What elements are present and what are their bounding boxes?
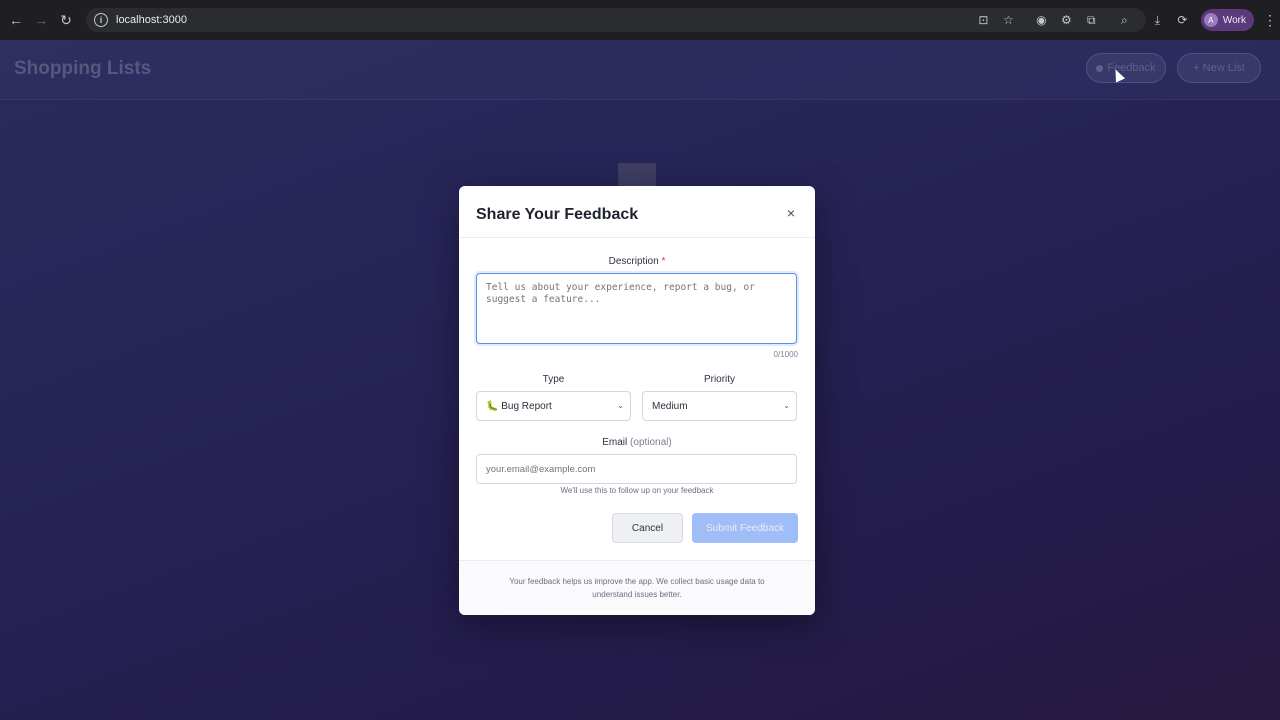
email-input[interactable] [476, 454, 797, 484]
feedback-button[interactable]: Feedback [1086, 53, 1166, 83]
footer-note: Your feedback helps us improve the app. … [509, 577, 765, 599]
profile-chip[interactable]: A Work [1200, 9, 1254, 31]
forward-arrow-icon[interactable]: → [28, 7, 54, 33]
email-label-text: Email [602, 437, 628, 448]
new-list-button[interactable]: + New List [1177, 53, 1261, 83]
more-menu-icon[interactable]: ⋮ [1260, 12, 1280, 29]
back-arrow-icon[interactable]: ← [3, 7, 29, 33]
priority-select[interactable]: Medium ⌄ [642, 391, 797, 421]
install-app-icon[interactable]: ⊡ [971, 8, 996, 32]
sync-icon[interactable]: ⟳ [1170, 8, 1195, 32]
avatar: A [1203, 13, 1218, 27]
priority-label: Priority [703, 374, 736, 385]
chevron-down-icon: ⌄ [783, 401, 790, 410]
extension-globe-icon[interactable]: ◉ [1029, 8, 1054, 32]
browser-toolbar: ← → ↻ i localhost:3000 ⊡ ☆ ◉ ⚙ ⧉ ⌕ ⤓ ⟳ A… [0, 0, 1280, 40]
dialog-footer: Your feedback helps us improve the app. … [459, 560, 815, 615]
char-counter: 0/1000 [773, 350, 798, 359]
type-label: Type [542, 374, 565, 385]
reload-icon[interactable]: ↻ [53, 7, 79, 33]
page-title: Shopping Lists [14, 58, 152, 79]
description-textarea[interactable] [476, 273, 797, 344]
tab-search-icon[interactable]: ⌕ [1112, 8, 1137, 32]
priority-selected-value: Medium [652, 400, 688, 412]
close-icon[interactable]: × [787, 206, 795, 220]
chevron-down-icon: ⌄ [617, 401, 624, 410]
submit-feedback-button[interactable]: Submit Feedback [692, 513, 798, 543]
app-header: Shopping Lists Feedback + New List [0, 40, 1280, 100]
type-selected-value: 🐛 Bug Report [486, 400, 552, 412]
app-viewport: Shopping Lists Feedback + New List Share… [0, 40, 1280, 720]
email-label: Email (optional) [459, 437, 815, 448]
feedback-dialog: Share Your Feedback × Description * 0/10… [459, 186, 815, 615]
dialog-header: Share Your Feedback × [459, 186, 815, 238]
required-marker: * [661, 256, 666, 267]
downloads-icon[interactable]: ⤓ [1145, 8, 1170, 32]
bookmark-star-icon[interactable]: ☆ [996, 8, 1021, 32]
cancel-button[interactable]: Cancel [612, 513, 683, 543]
url-text: localhost:3000 [116, 14, 187, 26]
email-hint: We'll use this to follow up on your feed… [560, 486, 714, 495]
type-select[interactable]: 🐛 Bug Report ⌄ [476, 391, 631, 421]
site-info-icon[interactable]: i [94, 13, 108, 27]
description-label-text: Description [608, 256, 659, 267]
profile-label: Work [1222, 14, 1246, 26]
background-thumbnail [618, 163, 656, 187]
dialog-title: Share Your Feedback [476, 206, 639, 223]
email-optional-marker: (optional) [630, 437, 672, 448]
extension-gear-icon[interactable]: ⚙ [1054, 8, 1079, 32]
feedback-icon [1096, 64, 1104, 72]
description-label: Description * [459, 256, 815, 267]
extensions-puzzle-icon[interactable]: ⧉ [1079, 8, 1104, 32]
